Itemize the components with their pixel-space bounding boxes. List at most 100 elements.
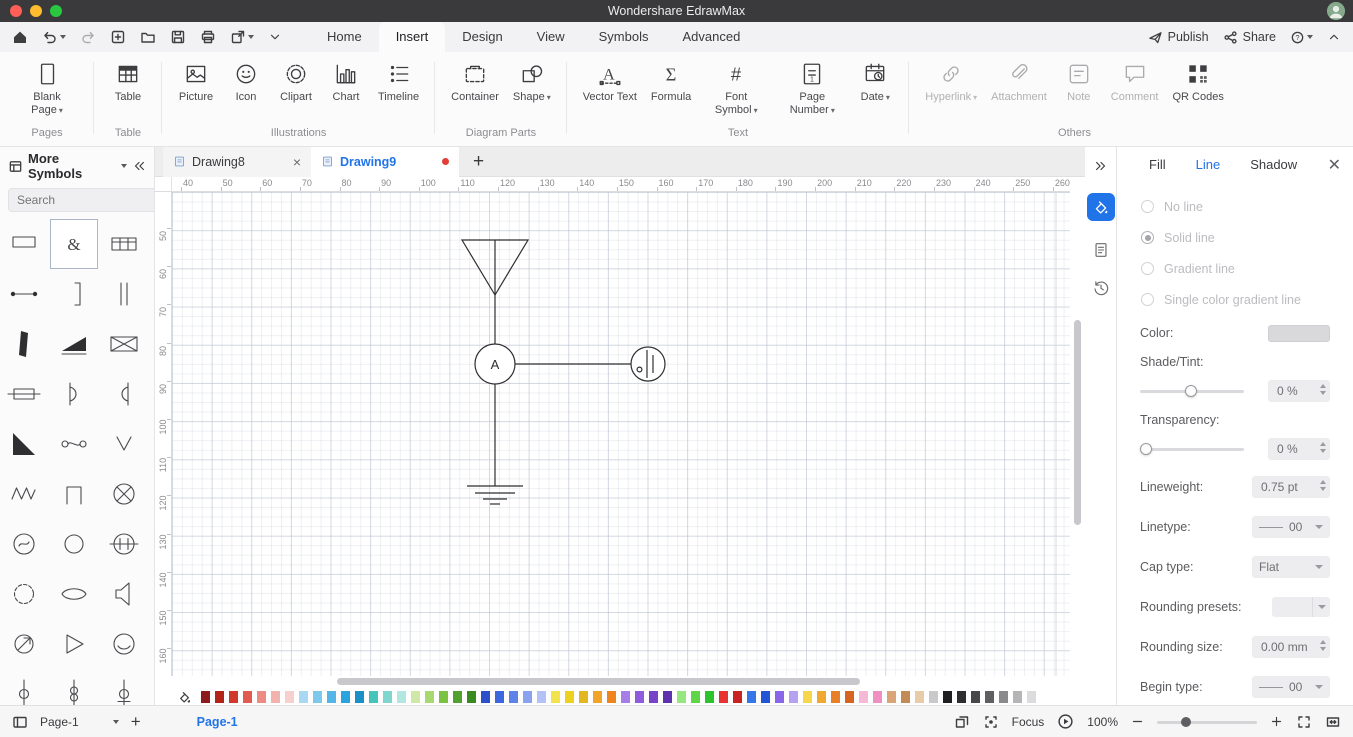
palette-color[interactable] [635, 690, 644, 703]
ribbon-button-chart[interactable]: Chart [322, 59, 370, 106]
collapse-sidebar-icon[interactable] [132, 159, 146, 173]
palette-color[interactable] [537, 690, 546, 703]
document-tab-drawing8[interactable]: Drawing8 × [163, 146, 311, 177]
palette-color[interactable] [999, 690, 1008, 703]
option-solid-line[interactable]: Solid line [1141, 222, 1353, 253]
palette-color[interactable] [915, 690, 924, 703]
radio-icon[interactable] [1141, 262, 1154, 275]
palette-color[interactable] [817, 690, 826, 703]
palette-color[interactable] [719, 690, 728, 703]
dropdown-caret-icon[interactable]: ▾ [831, 106, 835, 115]
tab-view[interactable]: View [520, 22, 582, 52]
option-no-line[interactable]: No line [1141, 191, 1353, 222]
palette-color[interactable] [845, 690, 854, 703]
palette-color[interactable] [313, 690, 322, 703]
symbol-pole-a[interactable] [0, 669, 48, 705]
palette-color[interactable] [551, 690, 560, 703]
palette-color[interactable] [229, 690, 238, 703]
history-panel-button[interactable] [1092, 279, 1110, 297]
palette-color[interactable] [411, 690, 420, 703]
palette-color[interactable] [495, 690, 504, 703]
tab-advanced[interactable]: Advanced [665, 22, 757, 52]
symbol-pole-c[interactable] [100, 669, 148, 705]
palette-color[interactable] [621, 690, 630, 703]
spinner-arrows-icon[interactable] [1320, 384, 1326, 395]
symbol-table-rect[interactable] [100, 219, 148, 269]
symbol-shell-right[interactable] [100, 369, 148, 419]
symbol-fuse[interactable] [0, 369, 48, 419]
begin-type-dropdown[interactable]: 00 [1252, 676, 1330, 698]
fullscreen-button[interactable] [1296, 714, 1312, 730]
palette-color[interactable] [901, 690, 910, 703]
dropdown-caret-icon[interactable] [1315, 565, 1323, 569]
fit-window-button[interactable] [1325, 714, 1341, 730]
palette-color[interactable] [397, 690, 406, 703]
palette-color[interactable] [985, 690, 994, 703]
radio-icon[interactable] [1141, 293, 1154, 306]
zoom-slider-thumb[interactable] [1181, 716, 1191, 727]
fill-panel-button[interactable] [1086, 193, 1115, 221]
ribbon-button-shape[interactable]: Shape ▾ [507, 59, 557, 106]
palette-color[interactable] [509, 690, 518, 703]
home-button[interactable] [12, 29, 28, 45]
lineweight-spinner[interactable]: 0.75 pt [1252, 476, 1330, 498]
page-setup-panel-button[interactable] [1092, 241, 1110, 259]
undo-button[interactable] [42, 29, 66, 45]
palette-color[interactable] [257, 690, 266, 703]
palette-color[interactable] [705, 690, 714, 703]
palette-color[interactable] [971, 690, 980, 703]
dropdown-caret-icon[interactable]: ▾ [547, 93, 551, 102]
palette-color[interactable] [957, 690, 966, 703]
palette-color[interactable] [873, 690, 882, 703]
palette-color[interactable] [747, 690, 756, 703]
symbol-selected-symbol[interactable]: & [50, 219, 98, 269]
undo-caret-icon[interactable] [60, 35, 66, 39]
export-caret-icon[interactable] [248, 35, 254, 39]
symbol-wavy-circle[interactable] [0, 569, 48, 619]
symbol-solid-bar[interactable] [0, 319, 48, 369]
page-tab[interactable]: Page-1 [197, 715, 238, 729]
focus-mode-icon[interactable] [983, 714, 999, 730]
symbol-v-shape[interactable] [100, 419, 148, 469]
dropdown-caret-icon[interactable]: ▾ [59, 106, 63, 115]
palette-color[interactable] [859, 690, 868, 703]
panel-tab-fill[interactable]: Fill [1149, 157, 1166, 172]
symbol-speaker[interactable] [100, 569, 148, 619]
palette-color[interactable] [383, 690, 392, 703]
drawing-canvas[interactable]: A [172, 192, 1070, 676]
more-symbols-caret-icon[interactable] [121, 164, 127, 168]
spinner-arrows-icon[interactable] [1320, 640, 1326, 651]
palette-color[interactable] [789, 690, 798, 703]
option-single-color-gradient-line[interactable]: Single color gradient line [1141, 284, 1353, 315]
symbol-pole-b[interactable] [50, 669, 98, 705]
zoom-value[interactable]: 100% [1087, 715, 1118, 729]
ribbon-button-note[interactable]: Note [1055, 59, 1103, 106]
symbol-circle[interactable] [50, 519, 98, 569]
publish-button[interactable]: Publish [1148, 30, 1209, 45]
symbol-coupler[interactable] [50, 419, 98, 469]
transparency-spinner[interactable]: 0 % [1268, 438, 1330, 460]
palette-color[interactable] [579, 690, 588, 703]
ribbon-button-formula[interactable]: Σ Formula [645, 59, 697, 106]
symbol-sawtooth[interactable] [0, 469, 48, 519]
palette-color[interactable] [663, 690, 672, 703]
line-color-swatch[interactable] [1268, 324, 1330, 342]
ribbon-button-font-symbol[interactable]: # Font Symbol ▾ [699, 59, 773, 119]
ribbon-button-comment[interactable]: Comment [1105, 59, 1165, 106]
ribbon-button-blank-page[interactable]: Blank Page ▾ [10, 59, 84, 119]
palette-color[interactable] [565, 690, 574, 703]
horizontal-scrollbar[interactable] [172, 676, 1070, 688]
palette-color[interactable] [243, 690, 252, 703]
palette-color[interactable] [341, 690, 350, 703]
spinner-arrows-icon[interactable] [1320, 442, 1326, 453]
radio-icon[interactable] [1141, 231, 1154, 244]
symbol-lamp-holder[interactable] [100, 519, 148, 569]
zoom-slider[interactable] [1157, 715, 1257, 729]
panel-tab-line[interactable]: Line [1196, 157, 1221, 172]
symbol-parallel-lines[interactable] [100, 269, 148, 319]
ribbon-button-clipart[interactable]: Clipart [272, 59, 320, 106]
tab-symbols[interactable]: Symbols [582, 22, 666, 52]
ribbon-button-timeline[interactable]: Timeline [372, 59, 425, 106]
symbol-search-input[interactable] [15, 192, 154, 208]
tab-home[interactable]: Home [310, 22, 379, 52]
